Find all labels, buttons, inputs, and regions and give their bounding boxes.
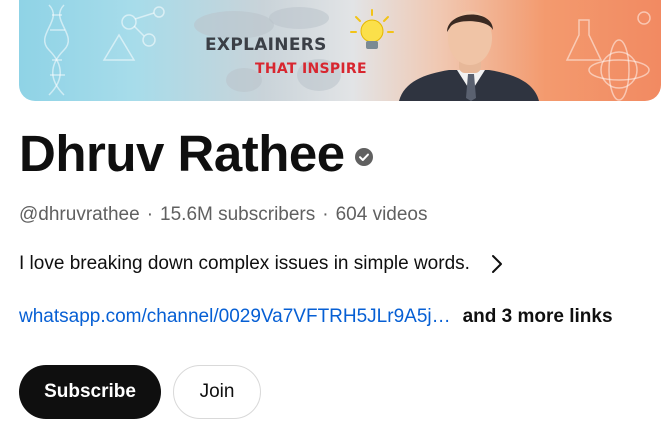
banner-artwork	[43, 4, 651, 101]
channel-header: EXPLAINERS THAT INSPIRE Dhruv Rathee @dh…	[0, 0, 667, 421]
join-button[interactable]: Join	[173, 365, 261, 419]
channel-description[interactable]: I love breaking down complex issues in s…	[19, 251, 504, 277]
channel-banner: EXPLAINERS THAT INSPIRE	[19, 0, 661, 101]
more-links-button[interactable]: and 3 more links	[463, 306, 613, 328]
channel-links: whatsapp.com/channel/0029Va7VFTRH5JLr9A5…	[19, 304, 613, 330]
banner-title: EXPLAINERS	[205, 35, 327, 55]
channel-link[interactable]: whatsapp.com/channel/0029Va7VFTRH5JLr9A5…	[19, 306, 451, 328]
channel-title-row: Dhruv Rathee	[19, 122, 373, 186]
video-count: 604 videos	[335, 204, 428, 225]
lightbulb-icon	[350, 9, 394, 49]
channel-meta: @dhruvrathee · 15.6M subscribers · 604 v…	[19, 203, 428, 227]
channel-name: Dhruv Rathee	[19, 125, 345, 182]
banner-subtitle: THAT INSPIRE	[255, 61, 367, 77]
subscriber-count: 15.6M subscribers	[160, 204, 316, 225]
verified-icon	[354, 148, 373, 166]
description-text: I love breaking down complex issues in s…	[19, 253, 470, 274]
subscribe-button[interactable]: Subscribe	[19, 365, 161, 419]
meta-separator: ·	[146, 204, 154, 225]
meta-separator: ·	[322, 204, 329, 225]
channel-handle: @dhruvrathee	[19, 204, 140, 225]
chevron-right-icon[interactable]	[490, 254, 504, 274]
